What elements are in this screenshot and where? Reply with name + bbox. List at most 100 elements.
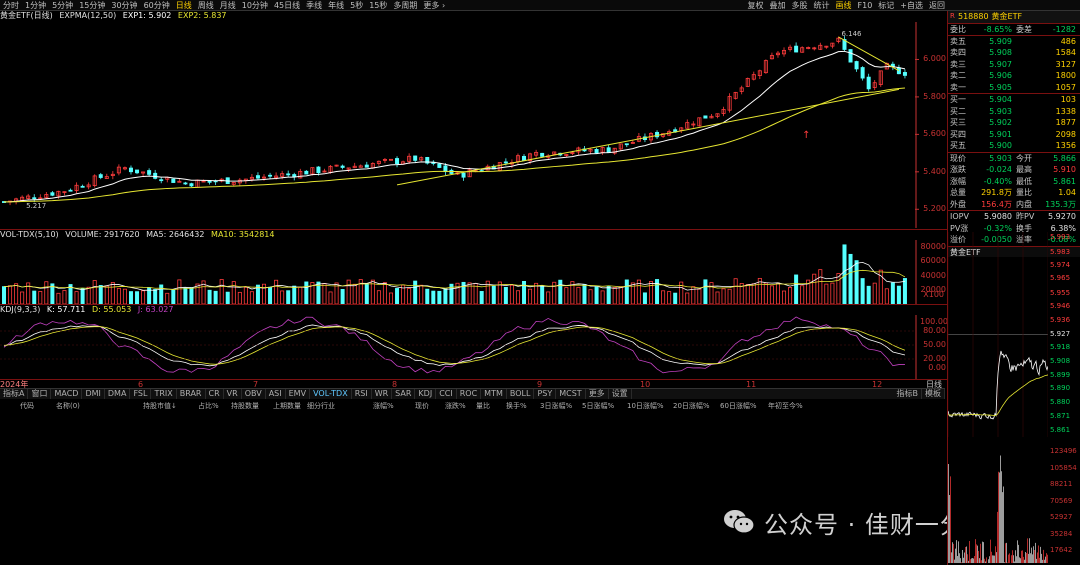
indicator-tab[interactable]: VR — [224, 389, 242, 399]
period-tab[interactable]: 5分钟 — [49, 0, 76, 10]
indicator-tab[interactable]: RSI — [352, 389, 372, 399]
kdj-chart[interactable] — [0, 315, 920, 379]
volume-bar — [364, 283, 369, 304]
candle-body — [159, 179, 164, 182]
volume-bar — [413, 280, 418, 304]
tool-button[interactable]: +自选 — [897, 0, 926, 10]
column-header[interactable]: 持股市值↓ — [143, 401, 177, 411]
period-tab[interactable]: 分时 — [0, 0, 22, 10]
indicator-tab[interactable]: PSY — [534, 389, 557, 399]
indicator-tab[interactable]: 设置 — [609, 389, 632, 399]
period-tab[interactable]: 季线 — [303, 0, 325, 10]
bid-row[interactable]: 买五 5.900 1356 — [948, 140, 1080, 152]
column-header[interactable]: 换手% — [506, 401, 527, 411]
column-header[interactable]: 60日涨幅% — [720, 401, 757, 411]
period-tab[interactable]: 5秒 — [347, 0, 366, 10]
indicator-tab[interactable]: 窗口 — [28, 389, 52, 399]
period-tab[interactable]: 60分钟 — [141, 0, 173, 10]
volume-bar — [673, 292, 678, 304]
indicator-tab[interactable]: MACD — [51, 389, 83, 399]
stat-row: 现价 5.903 今开 5.866 — [948, 153, 1080, 165]
volume-bar — [588, 289, 593, 304]
period-tab[interactable]: 年线 — [325, 0, 347, 10]
indicator-tab[interactable]: MCST — [556, 389, 586, 399]
tool-button[interactable]: 统计 — [811, 0, 833, 10]
period-tab[interactable]: 日线 — [173, 0, 195, 10]
ask-row[interactable]: 卖五 5.909 486 — [948, 36, 1080, 48]
indicator-tab[interactable]: BOLL — [507, 389, 535, 399]
indicator-tab[interactable]: 更多 — [586, 389, 609, 399]
column-header[interactable]: 20日涨幅% — [673, 401, 710, 411]
kline-chart[interactable]: 6.146 5.217 ↑ — [0, 22, 920, 228]
column-header[interactable]: 细分行业 — [307, 401, 335, 411]
ask-row[interactable]: 卖四 5.908 1584 — [948, 47, 1080, 59]
intraday-mini-chart[interactable] — [948, 232, 1048, 437]
period-tab[interactable]: 多周期 — [390, 0, 420, 10]
column-header[interactable]: 名称(0) — [56, 401, 80, 411]
indicator-tab[interactable]: TRIX — [151, 389, 177, 399]
volume-bar — [528, 288, 533, 304]
column-header[interactable]: 上期数量 — [273, 401, 301, 411]
period-tab[interactable]: 更多 › — [420, 0, 448, 10]
column-header[interactable]: 持股数量 — [231, 401, 259, 411]
mini-volume-tick: 123496 — [1050, 447, 1077, 455]
period-tab[interactable]: 1分钟 — [22, 0, 49, 10]
column-header[interactable]: 10日涨幅% — [627, 401, 664, 411]
indicator-tab[interactable]: WR — [372, 389, 393, 399]
period-tab[interactable]: 15分钟 — [76, 0, 108, 10]
book-price: 5.903 — [989, 106, 1012, 116]
tool-button[interactable]: 标记 — [875, 0, 897, 10]
volume-bar — [775, 282, 780, 304]
indicator-tab[interactable]: ASI — [266, 389, 286, 399]
column-header[interactable]: 量比 — [476, 401, 490, 411]
mini-price-tick: 5.880 — [1050, 398, 1071, 407]
indicator-tab[interactable]: KDJ — [415, 389, 437, 399]
ask-row[interactable]: 卖一 5.905 1057 — [948, 82, 1080, 94]
candle-body — [98, 174, 103, 178]
period-tab[interactable]: 45日线 — [271, 0, 303, 10]
period-tab[interactable]: 10分钟 — [239, 0, 271, 10]
column-header[interactable]: 涨幅% — [373, 401, 394, 411]
ask-row[interactable]: 卖三 5.907 3127 — [948, 59, 1080, 71]
column-header[interactable]: 3日涨幅% — [540, 401, 572, 411]
indicator-tab[interactable]: CCI — [436, 389, 457, 399]
period-tab[interactable]: 30分钟 — [108, 0, 140, 10]
bid-row[interactable]: 买二 5.903 1338 — [948, 106, 1080, 118]
bid-row[interactable]: 买四 5.901 2098 — [948, 129, 1080, 141]
column-header[interactable]: 涨跌% — [445, 401, 466, 411]
indicator-tab[interactable]: ROC — [457, 389, 482, 399]
tool-button[interactable]: 复权 — [745, 0, 767, 10]
volume-chart[interactable] — [0, 240, 920, 304]
tool-button[interactable]: F10 — [855, 0, 876, 10]
indicator-tab[interactable]: DMA — [105, 389, 131, 399]
template-tab[interactable]: 模板 — [922, 389, 945, 399]
column-header[interactable]: 年初至今% — [768, 401, 803, 411]
column-header[interactable]: 代码 — [20, 401, 34, 411]
tool-button[interactable]: 叠加 — [767, 0, 789, 10]
tool-button[interactable]: 多股 — [789, 0, 811, 10]
tool-button[interactable]: 返回 — [926, 0, 948, 10]
indicator-tab[interactable]: MTM — [481, 389, 507, 399]
indicator-tab[interactable]: 指标A — [0, 389, 29, 399]
column-header[interactable]: 现价 — [415, 401, 429, 411]
volume-bar — [648, 281, 653, 304]
ask-row[interactable]: 卖二 5.906 1800 — [948, 70, 1080, 82]
period-tab[interactable]: 月线 — [217, 0, 239, 10]
indicator-tab[interactable]: SAR — [392, 389, 416, 399]
indicator-tab[interactable]: DMI — [82, 389, 105, 399]
tool-button[interactable]: 画线 — [833, 0, 855, 10]
volume-bar — [135, 291, 140, 304]
bid-row[interactable]: 买三 5.902 1877 — [948, 117, 1080, 129]
indicator-tab[interactable]: FSL — [130, 389, 152, 399]
indicator-tab[interactable]: VOL-TDX — [310, 389, 352, 399]
indicator-tab[interactable]: BRAR — [177, 389, 206, 399]
period-tab[interactable]: 15秒 — [366, 0, 390, 10]
column-header[interactable]: 5日涨幅% — [582, 401, 614, 411]
indicator-tab[interactable]: EMV — [286, 389, 311, 399]
template-tab[interactable]: 指标B — [894, 389, 922, 399]
bid-row[interactable]: 买一 5.904 103 — [948, 94, 1080, 106]
indicator-tab[interactable]: CR — [206, 389, 224, 399]
column-header[interactable]: 占比% — [198, 401, 219, 411]
indicator-tab[interactable]: OBV — [242, 389, 266, 399]
period-tab[interactable]: 周线 — [195, 0, 217, 10]
